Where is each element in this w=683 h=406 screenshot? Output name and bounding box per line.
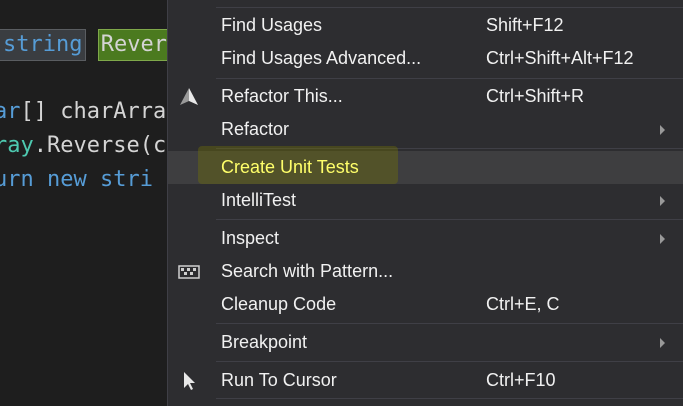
menu-item-shortcut: Shift+F12 [486,15,564,35]
code-token-string: string [0,29,87,61]
menu-item-label: Refactor This... [221,86,343,106]
code-line-4: urn new stri [0,165,153,195]
menu-item-shortcut: Ctrl+Shift+Alt+F12 [486,48,634,68]
menu-item-shortcut: Ctrl+F10 [486,370,556,390]
code-line-1: string Rever [0,29,168,61]
menu-item-breakpoint[interactable]: Breakpoint [168,326,683,359]
context-menu: Find Usages Shift+F12 Find Usages Advanc… [167,0,683,406]
code-token-reverse-highlight: Rever [97,29,168,61]
menu-separator [216,78,683,79]
menu-item-label: IntelliTest [221,190,297,210]
submenu-arrow-icon [660,234,665,244]
menu-separator [216,398,683,399]
menu-item-label: Search with Pattern... [221,261,394,281]
submenu-arrow-icon [660,125,665,135]
menu-item-refactor-this[interactable]: Refactor This... Ctrl+Shift+R [168,80,683,113]
menu-item-label: Cleanup Code [221,294,337,314]
menu-item-label: Inspect [221,228,280,248]
menu-separator [216,219,683,220]
menu-item-intellitest[interactable]: IntelliTest [168,184,683,217]
code-token-return-new: urn new stri [0,167,153,192]
menu-separator [216,361,683,362]
code-token-chararray: [] charArra [20,99,167,124]
menu-item-create-unit-tests[interactable]: Create Unit Tests [168,146,683,184]
menu-item-run-to-cursor[interactable]: Run To Cursor Ctrl+F10 [168,364,683,397]
code-editor[interactable]: string Rever ar[] charArra ray.Reverse(c… [0,0,168,406]
code-token-reverse-call: .Reverse(c [33,133,167,158]
submenu-arrow-icon [660,196,665,206]
code-line-2: ar[] charArra [0,97,166,127]
menu-item-find-usages-advanced[interactable]: Find Usages Advanced... Ctrl+Shift+Alt+F… [168,42,683,75]
menu-item-label: Find Usages Advanced... [221,48,422,68]
menu-item-shortcut: Ctrl+E, C [486,294,560,314]
menu-item-shortcut: Ctrl+Shift+R [486,86,585,106]
cursor-icon [178,370,200,392]
refactor-icon [178,86,200,108]
menu-item-refactor[interactable]: Refactor [168,113,683,146]
menu-item-cleanup-code[interactable]: Cleanup Code Ctrl+E, C [168,288,683,321]
menu-item-search-with-pattern[interactable]: Search with Pattern... [168,255,683,288]
code-token-array-type: ray [0,133,34,158]
menu-separator [216,7,683,8]
code-token-char-keyword: ar [0,99,21,124]
menu-item-label: Breakpoint [221,332,308,352]
menu-item-label: Run To Cursor [221,370,337,390]
menu-item-find-usages[interactable]: Find Usages Shift+F12 [168,9,683,42]
menu-item-label: Refactor [221,119,290,139]
code-line-3: ray.Reverse(c [0,131,166,161]
menu-item-inspect[interactable]: Inspect [168,222,683,255]
submenu-arrow-icon [660,338,665,348]
menu-item-label: Find Usages [221,15,323,35]
pattern-icon [178,261,200,283]
menu-item-label: Create Unit Tests [221,157,359,177]
menu-separator [216,323,683,324]
